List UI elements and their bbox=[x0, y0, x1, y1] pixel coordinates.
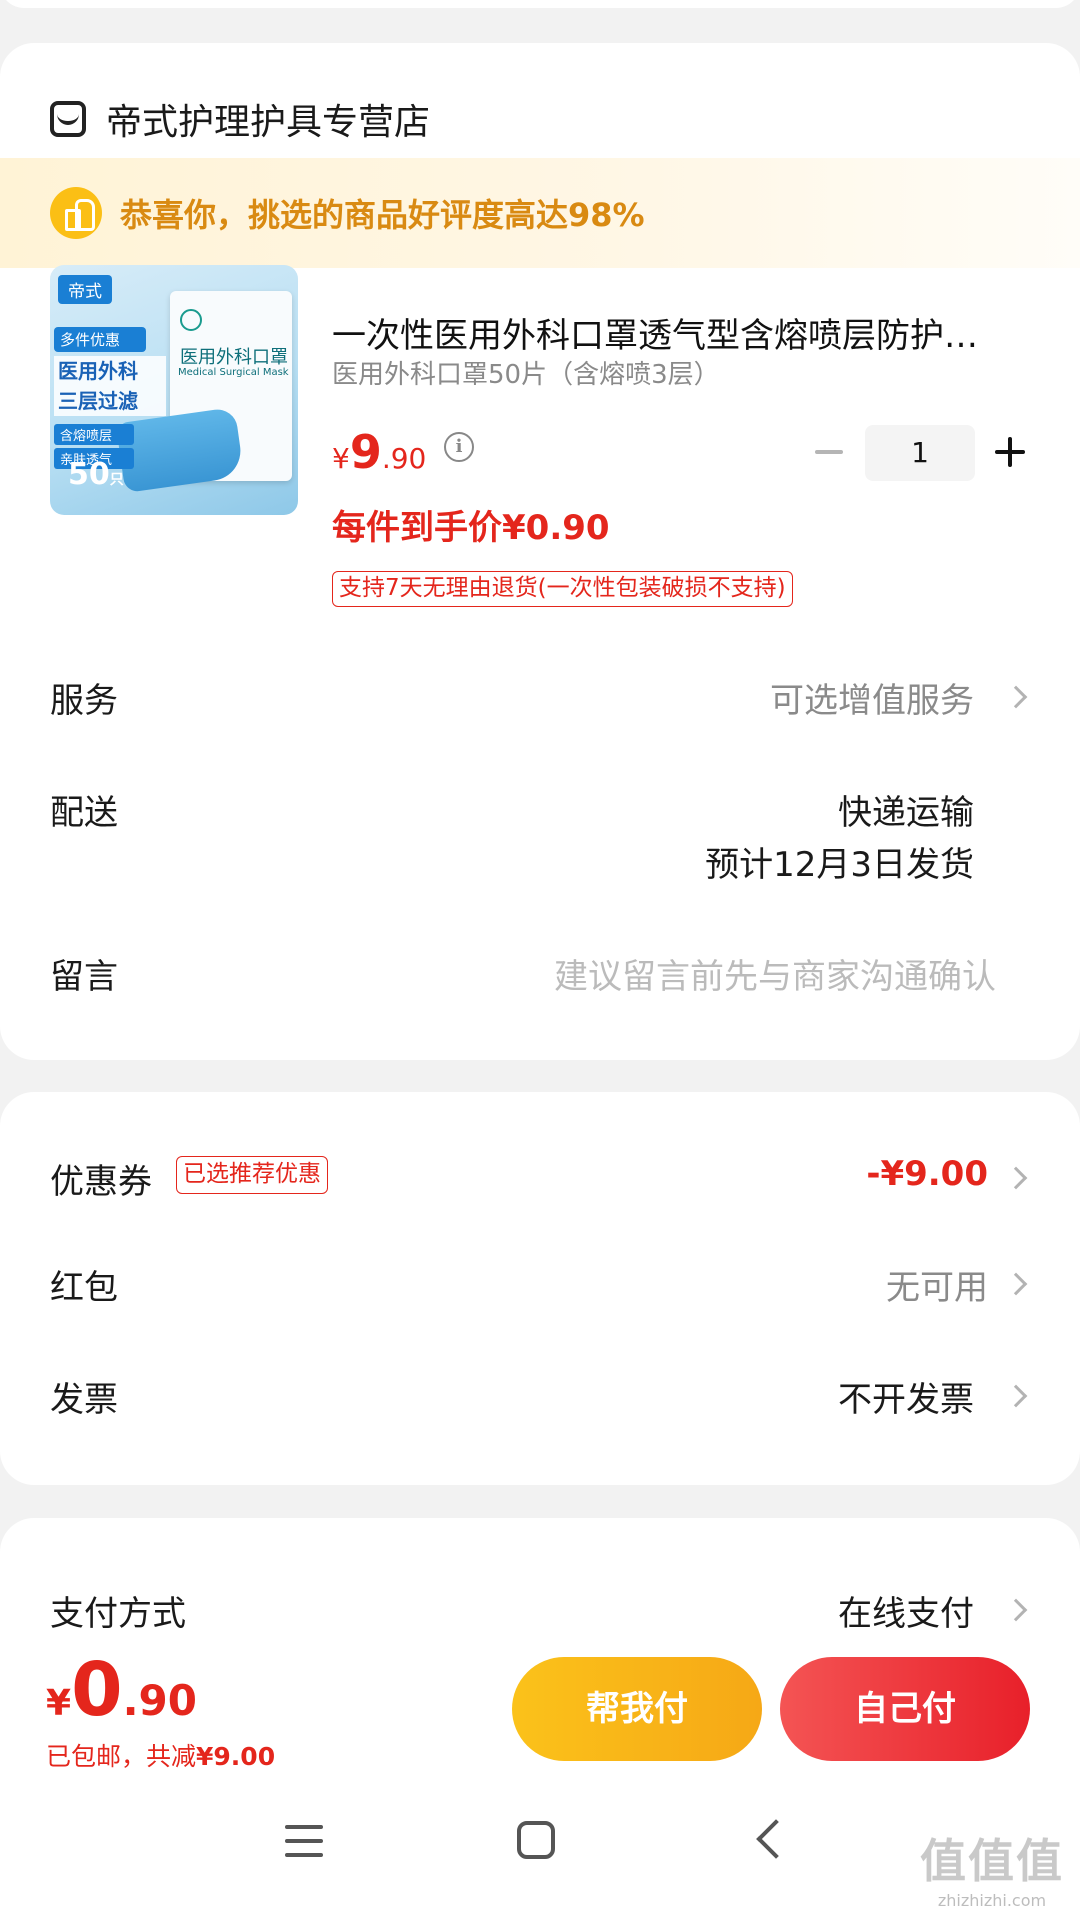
brand-tag: 帝式 bbox=[58, 275, 112, 304]
product-price: ¥ 9 .90 bbox=[332, 425, 426, 479]
message-input[interactable]: 建议留言前先与商家沟通确认 bbox=[554, 949, 996, 998]
saved-amount: ¥9.00 bbox=[196, 1742, 276, 1771]
watermark: 值值值 zhizhizhi.com bbox=[920, 1825, 1064, 1907]
invoice-value[interactable]: 不开发票 bbox=[838, 1372, 974, 1421]
image-count-unit: 只 bbox=[109, 472, 124, 488]
total-decimal: .90 bbox=[122, 1676, 197, 1725]
coupon-tag: 已选推荐优惠 bbox=[176, 1156, 328, 1194]
recent-apps-icon[interactable] bbox=[285, 1825, 323, 1859]
invoice-chevron-icon[interactable] bbox=[1004, 1384, 1028, 1408]
praise-banner: 恭喜你，挑选的商品好评度高达98% bbox=[0, 158, 1080, 268]
increase-quantity-button[interactable] bbox=[995, 436, 1027, 468]
image-feature-list: 多件优惠 医用外科 三层过滤 含熔喷层 亲肤透气 bbox=[54, 327, 166, 469]
delivery-label: 配送 bbox=[50, 793, 118, 833]
image-count: 50只 bbox=[68, 457, 124, 492]
package-title: 医用外科口罩 bbox=[180, 347, 288, 368]
payment-label: 支付方式 bbox=[50, 1594, 186, 1634]
unit-price: 每件到手价¥0.90 bbox=[332, 508, 610, 548]
decrease-quantity-button[interactable] bbox=[815, 437, 845, 467]
discount-card: 优惠券 已选推荐优惠 -¥9.00 红包 无可用 发票 不开发票 bbox=[0, 1092, 1080, 1485]
total-symbol: ¥ bbox=[46, 1683, 72, 1724]
self-pay-button[interactable]: 自己付 bbox=[780, 1657, 1030, 1761]
invoice-label: 发票 bbox=[50, 1380, 118, 1420]
help-pay-button[interactable]: 帮我付 bbox=[512, 1657, 762, 1761]
delivery-method: 快递运输 bbox=[838, 793, 974, 833]
red-packet-chevron-icon[interactable] bbox=[1004, 1272, 1028, 1296]
image-badge: 多件优惠 bbox=[54, 327, 146, 352]
product-title[interactable]: 一次性医用外科口罩透气型含熔喷层防护… bbox=[332, 308, 1032, 357]
payment-value[interactable]: 在线支付 bbox=[838, 1586, 974, 1635]
red-packet-label: 红包 bbox=[50, 1268, 118, 1308]
savings-note: 已包邮，共减¥9.00 bbox=[46, 1737, 275, 1773]
price-decimal: .90 bbox=[381, 442, 427, 475]
price-integer: 9 bbox=[349, 425, 382, 479]
product-spec[interactable]: 医用外科口罩50片（含熔喷3层） bbox=[332, 354, 720, 391]
order-item-card: 帝式护理护具专营店 恭喜你，挑选的商品好评度高达98% 帝式 医用外科口罩 Me… bbox=[0, 43, 1080, 1060]
system-nav-bar: 值值值 zhizhizhi.com bbox=[0, 1787, 1080, 1907]
store-icon bbox=[50, 101, 86, 137]
payment-chevron-icon[interactable] bbox=[1004, 1598, 1028, 1622]
image-headline-1: 医用外科 bbox=[54, 356, 166, 386]
coupon-label: 优惠券 bbox=[50, 1162, 152, 1202]
shop-name: 帝式护理护具专营店 bbox=[106, 102, 431, 143]
shipping-note: 已包邮，共减 bbox=[46, 1742, 197, 1771]
thumbs-up-icon bbox=[50, 187, 102, 239]
delivery-estimate: 预计12月3日发货 bbox=[705, 845, 974, 885]
red-packet-value[interactable]: 无可用 bbox=[886, 1260, 988, 1309]
coupon-chevron-icon[interactable] bbox=[1004, 1166, 1028, 1190]
service-label: 服务 bbox=[50, 681, 118, 721]
total-price: ¥ 0 .90 bbox=[46, 1647, 197, 1733]
total-integer: 0 bbox=[71, 1647, 123, 1733]
image-count-number: 50 bbox=[68, 457, 110, 492]
coupon-value[interactable]: -¥9.00 bbox=[866, 1154, 988, 1194]
praise-text: 恭喜你，挑选的商品好评度高达98% bbox=[120, 196, 645, 234]
quantity-field[interactable]: 1 bbox=[865, 425, 975, 481]
shop-header[interactable]: 帝式护理护具专营店 bbox=[50, 79, 430, 159]
image-feature-1: 含熔喷层 bbox=[54, 424, 134, 445]
return-policy-tag: 支持7天无理由退货(一次性包装破损不支持) bbox=[332, 571, 793, 607]
home-icon[interactable] bbox=[517, 1821, 555, 1859]
service-value[interactable]: 可选增值服务 bbox=[770, 673, 974, 722]
checkout-bar: ¥ 0 .90 已包邮，共减¥9.00 帮我付 自己付 bbox=[0, 1637, 1080, 1787]
watermark-url: zhizhizhi.com bbox=[937, 1891, 1047, 1907]
message-label: 留言 bbox=[50, 957, 118, 997]
service-chevron-icon[interactable] bbox=[1004, 685, 1028, 709]
price-symbol: ¥ bbox=[332, 442, 350, 475]
image-headline-2: 三层过滤 bbox=[54, 386, 166, 416]
watermark-logo: 值值值 bbox=[920, 1834, 1064, 1888]
product-image[interactable]: 帝式 医用外科口罩 Medical Surgical Mask 多件优惠 医用外… bbox=[50, 265, 298, 515]
package-logo-icon bbox=[180, 309, 202, 331]
info-icon[interactable]: i bbox=[444, 432, 474, 462]
back-icon[interactable] bbox=[756, 1819, 796, 1859]
previous-card bbox=[0, 0, 1080, 8]
package-en-title: Medical Surgical Mask bbox=[178, 367, 289, 378]
